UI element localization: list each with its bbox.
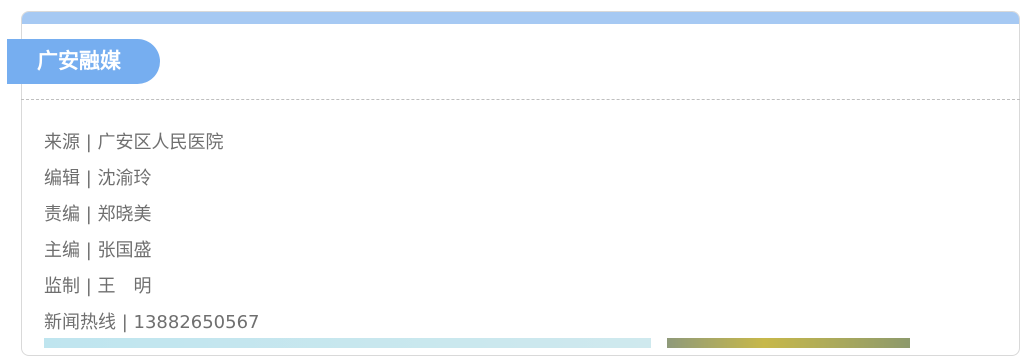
credit-value: 沈渝玲: [97, 168, 152, 189]
credit-role: 主编: [44, 240, 80, 261]
brand-tag: 广安融媒: [7, 39, 160, 84]
credit-separator: |: [80, 132, 98, 153]
credit-supervisor: 监制 | 王 明: [44, 272, 260, 308]
credit-separator: |: [116, 312, 134, 333]
credit-role: 来源: [44, 132, 80, 153]
credit-value: 郑晓美: [97, 204, 152, 225]
credit-responsible-editor: 责编 | 郑晓美: [44, 200, 260, 236]
article-image-left: [44, 338, 651, 348]
dashed-divider: [21, 99, 1020, 100]
credit-editor: 编辑 | 沈渝玲: [44, 164, 260, 200]
card-top-bar: [22, 12, 1019, 24]
credit-value: 张国盛: [97, 240, 152, 261]
credit-role: 监制: [44, 276, 80, 297]
credit-value: 13882650567: [133, 312, 260, 333]
credit-separator: |: [80, 240, 98, 261]
credit-separator: |: [80, 204, 98, 225]
credit-separator: |: [80, 276, 98, 297]
credit-source: 来源 | 广安区人民医院: [44, 128, 260, 164]
credit-value: 广安区人民医院: [97, 132, 224, 153]
image-strip: [44, 338, 910, 348]
credit-role: 责编: [44, 204, 80, 225]
credit-role: 新闻热线: [44, 312, 116, 333]
credit-chief-editor: 主编 | 张国盛: [44, 236, 260, 272]
brand-name: 广安融媒: [37, 49, 121, 73]
credit-role: 编辑: [44, 168, 80, 189]
credits-list: 来源 | 广安区人民医院 编辑 | 沈渝玲 责编 | 郑晓美 主编 | 张国盛 …: [44, 128, 260, 344]
credit-separator: |: [80, 168, 98, 189]
credit-value: 王 明: [97, 276, 152, 297]
article-image-right: [667, 338, 910, 348]
